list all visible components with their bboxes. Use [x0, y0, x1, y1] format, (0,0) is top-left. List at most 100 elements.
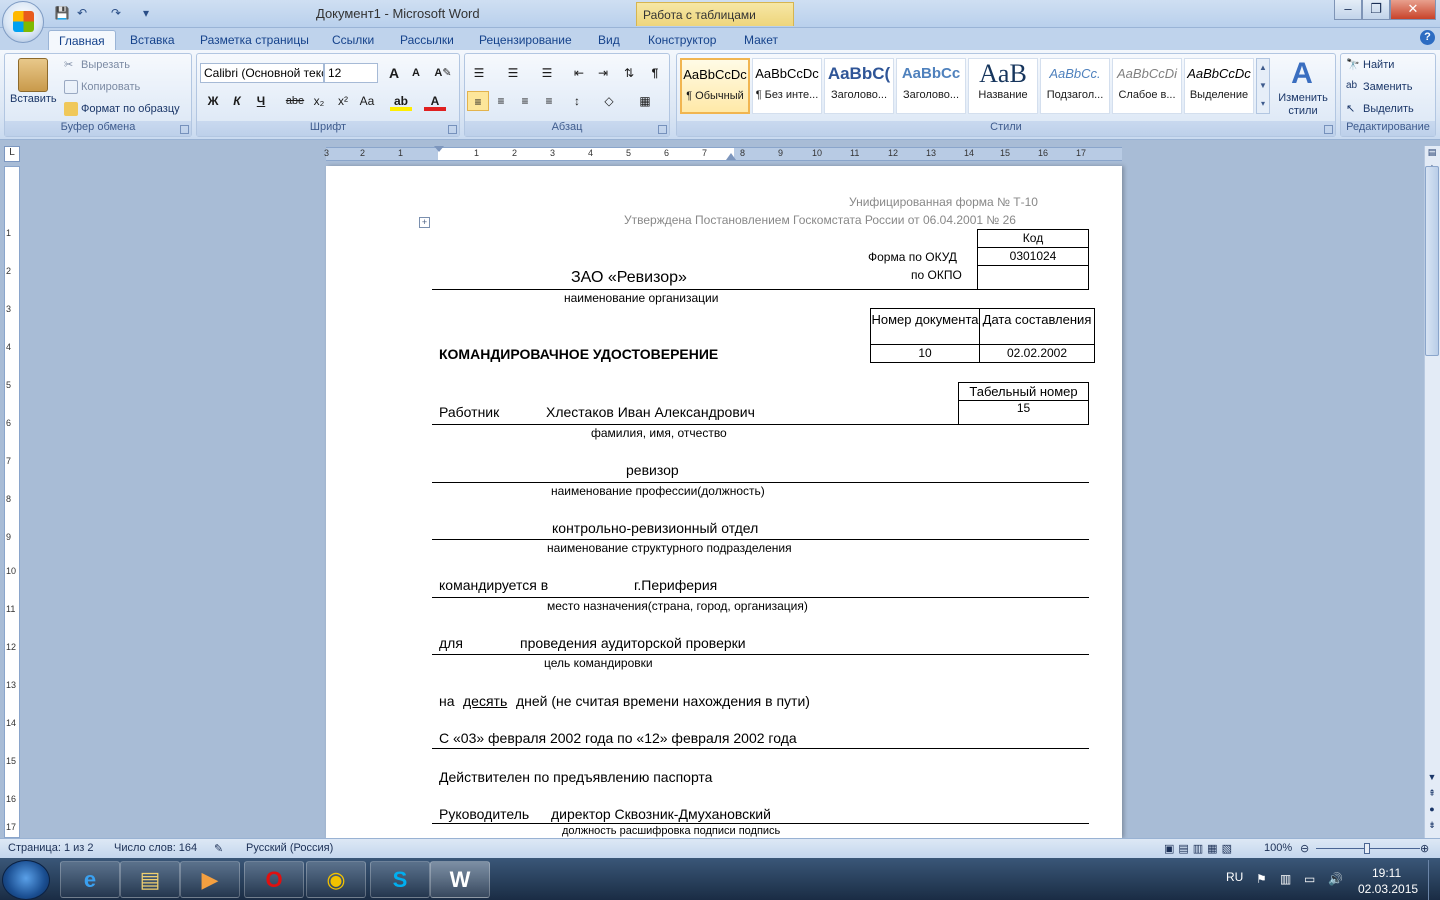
align-right-icon[interactable]: ≡ — [514, 91, 536, 111]
redo-icon[interactable]: ↷ — [108, 5, 124, 21]
scroll-thumb[interactable] — [1425, 166, 1439, 356]
strikethrough-button[interactable]: abe — [284, 91, 306, 111]
document-page[interactable]: Унифицированная форма № Т-10 Утверждена … — [326, 166, 1122, 838]
line-spacing-icon[interactable]: ↕ — [566, 91, 588, 111]
clipboard-launcher-icon[interactable] — [180, 125, 189, 134]
word-count[interactable]: Число слов: 164 — [114, 842, 197, 854]
underline-button[interactable]: Ч — [250, 91, 272, 111]
format-painter-button[interactable]: Формат по образцу — [64, 102, 180, 116]
zoom-in-icon[interactable]: ⊕ — [1420, 842, 1429, 855]
start-button[interactable] — [2, 860, 50, 900]
tab-insert[interactable]: Вставка — [120, 30, 185, 50]
chrome-icon[interactable]: ◉ — [306, 861, 366, 898]
change-styles-button[interactable]: Изменить стили — [1276, 92, 1330, 118]
superscript-button[interactable]: x² — [332, 91, 354, 111]
subscript-button[interactable]: x₂ — [308, 91, 330, 111]
next-page-icon[interactable]: ⇟ — [1425, 820, 1439, 834]
tab-page-layout[interactable]: Разметка страницы — [190, 30, 319, 50]
tab-references[interactable]: Ссылки — [322, 30, 384, 50]
qat-customize-icon[interactable]: ▾ — [138, 5, 154, 21]
align-left-icon[interactable]: ≡ — [467, 91, 489, 111]
borders-icon[interactable]: ▦ — [634, 91, 656, 111]
paste-button[interactable]: Вставить — [10, 93, 57, 105]
replace-button[interactable]: ab Заменить — [1346, 80, 1412, 94]
bold-button[interactable]: Ж — [202, 91, 224, 111]
word-icon[interactable]: W — [430, 861, 490, 898]
tab-home[interactable]: Главная — [48, 30, 116, 50]
save-icon[interactable]: 💾 — [54, 5, 70, 21]
volume-icon[interactable]: 🔊 — [1328, 872, 1343, 886]
shrink-font-button[interactable]: A — [405, 63, 427, 83]
help-icon[interactable]: ? — [1420, 30, 1435, 45]
tab-layout[interactable]: Макет — [734, 30, 788, 50]
multilevel-list-icon[interactable]: ☰ — [536, 63, 558, 83]
indent-marker-icon[interactable] — [434, 146, 444, 162]
highlight-icon[interactable]: ab — [390, 91, 412, 111]
align-center-icon[interactable]: ≡ — [490, 91, 512, 111]
style-heading-2[interactable]: AaBbCc Заголово... — [896, 58, 966, 114]
clock-date[interactable]: 02.03.2015 — [1358, 882, 1418, 896]
zoom-out-icon[interactable]: ⊖ — [1300, 842, 1309, 855]
italic-button[interactable]: К — [226, 91, 248, 111]
scroll-down-icon[interactable]: ▼ — [1425, 772, 1439, 786]
keyboard-language[interactable]: RU — [1226, 870, 1243, 884]
style-emphasis[interactable]: AaBbCcDc Выделение — [1184, 58, 1254, 114]
numbering-icon[interactable]: ☰ — [502, 63, 524, 83]
paragraph-launcher-icon[interactable] — [658, 125, 667, 134]
sort-icon[interactable]: ⇅ — [618, 63, 640, 83]
page-count[interactable]: Страница: 1 из 2 — [8, 842, 94, 854]
tab-mailings[interactable]: Рассылки — [390, 30, 464, 50]
undo-icon[interactable]: ↶ — [74, 5, 90, 21]
spellcheck-icon[interactable]: ✎ — [214, 842, 223, 855]
justify-icon[interactable]: ≡ — [538, 91, 560, 111]
safely-remove-icon[interactable]: ▭ — [1304, 872, 1315, 886]
paste-icon[interactable] — [18, 58, 48, 92]
styles-scroll-icon[interactable]: ▲ ▼ ▾ — [1256, 58, 1270, 114]
shading-icon[interactable]: ◇ — [598, 91, 620, 111]
change-case-button[interactable]: Aa — [356, 91, 378, 111]
font-name-combo[interactable]: Calibri (Основной текст) — [200, 63, 324, 83]
copy-button[interactable]: Копировать — [64, 80, 140, 94]
view-buttons-icon[interactable]: ▣▤▥▦▧ — [1164, 842, 1236, 855]
clock-time[interactable]: 19:11 — [1372, 866, 1401, 880]
zoom-slider-thumb[interactable] — [1364, 843, 1370, 854]
style-normal[interactable]: AaBbCcDc ¶ Обычный — [680, 58, 750, 114]
table-move-handle-icon[interactable]: + — [419, 217, 430, 228]
view-ruler-icon[interactable]: ▤ — [1425, 147, 1439, 161]
font-size-combo[interactable]: 12 — [324, 63, 378, 83]
tab-selector[interactable]: L — [4, 146, 20, 162]
change-styles-icon[interactable]: A — [1286, 58, 1318, 90]
skype-icon[interactable]: S — [370, 861, 430, 898]
tab-review[interactable]: Рецензирование — [469, 30, 582, 50]
show-desktop-button[interactable] — [1428, 860, 1440, 900]
tab-view[interactable]: Вид — [588, 30, 630, 50]
right-indent-marker-icon[interactable] — [726, 152, 736, 160]
minimize-button[interactable]: – — [1334, 0, 1362, 20]
media-player-icon[interactable]: ▶ — [180, 861, 240, 898]
okpo-value[interactable] — [977, 265, 1089, 290]
prev-page-icon[interactable]: ⇞ — [1425, 788, 1439, 802]
find-button[interactable]: 🔭 Найти — [1346, 58, 1394, 72]
internet-explorer-icon[interactable]: e — [60, 861, 120, 898]
show-marks-icon[interactable]: ¶ — [644, 63, 666, 83]
maximize-button[interactable]: ❐ — [1362, 0, 1390, 20]
style-no-spacing[interactable]: AaBbCcDc ¶ Без инте... — [752, 58, 822, 114]
style-title[interactable]: AaB Название — [968, 58, 1038, 114]
styles-launcher-icon[interactable] — [1324, 125, 1333, 134]
style-subtitle[interactable]: AaBbCc. Подзагол... — [1040, 58, 1110, 114]
close-button[interactable]: ✕ — [1390, 0, 1436, 20]
tab-design[interactable]: Конструктор — [638, 30, 726, 50]
language-status[interactable]: Русский (Россия) — [246, 842, 333, 854]
bullets-icon[interactable]: ☰ — [468, 63, 490, 83]
office-button[interactable] — [2, 1, 44, 43]
clear-format-icon[interactable]: A✎ — [432, 63, 454, 83]
grow-font-button[interactable]: A — [383, 63, 405, 83]
select-button[interactable]: ↖ Выделить — [1346, 102, 1414, 116]
style-heading-1[interactable]: AaBbC(Заголово... — [824, 58, 894, 114]
style-subtle-emphasis[interactable]: AaBbCcDi Слабое в... — [1112, 58, 1182, 114]
increase-indent-icon[interactable]: ⇥ — [592, 63, 614, 83]
opera-icon[interactable]: O — [244, 861, 304, 898]
font-color-icon[interactable]: A — [424, 91, 446, 111]
zoom-level[interactable]: 100% — [1264, 842, 1292, 854]
cut-button[interactable]: ✂ Вырезать — [64, 58, 130, 72]
